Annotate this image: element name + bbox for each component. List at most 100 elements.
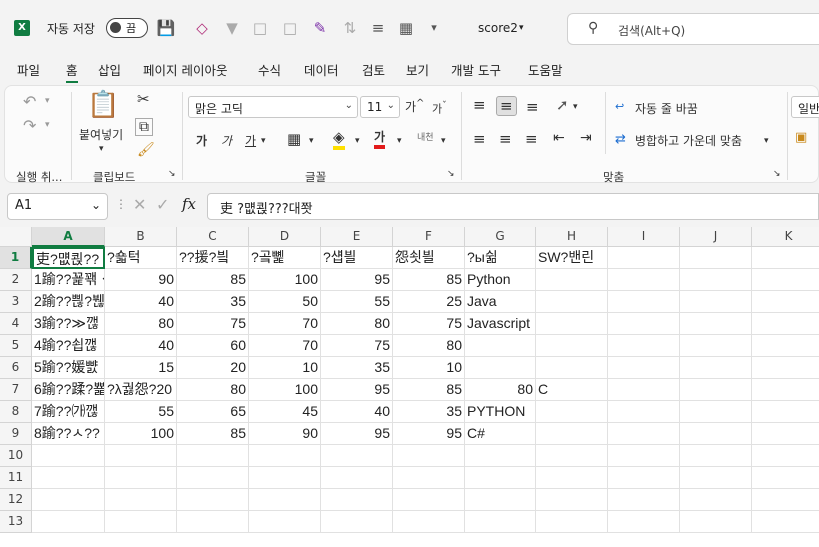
cell-a11[interactable] [32, 467, 105, 489]
undo-icon[interactable]: ↶ [23, 92, 36, 111]
orientation-icon[interactable]: ➚ [556, 96, 569, 114]
cell-h11[interactable] [536, 467, 608, 489]
sort-icon[interactable]: ⇅ [340, 18, 360, 38]
column-header-e[interactable]: E [321, 227, 393, 247]
cell-k11[interactable] [752, 467, 819, 489]
cell-d7[interactable]: 100 [249, 379, 321, 401]
cell-c7[interactable]: 80 [177, 379, 249, 401]
align-icon[interactable]: ≡ [368, 18, 388, 38]
paste-special-icon[interactable]: ✎ [310, 18, 330, 38]
cell-j2[interactable] [680, 269, 752, 291]
cell-a1[interactable]: 吏?먮쾭?? [32, 247, 105, 269]
filename-chevron-icon[interactable]: ▾ [519, 23, 524, 33]
cell-i11[interactable] [608, 467, 680, 489]
row-header-11[interactable]: 11 [0, 467, 32, 489]
cell-e2[interactable]: 95 [321, 269, 393, 291]
cell-d1[interactable]: ?곸뼱 [249, 247, 321, 269]
autosave-toggle[interactable]: 끔 [106, 18, 148, 38]
column-header-i[interactable]: I [608, 227, 680, 247]
clipboard-icon[interactable]: □ [250, 18, 270, 38]
cell-c13[interactable] [177, 511, 249, 533]
increase-font-icon[interactable]: 가^ [405, 98, 424, 115]
cell-j8[interactable] [680, 401, 752, 423]
cell-k4[interactable] [752, 313, 819, 335]
file-name[interactable]: score2 [478, 21, 518, 35]
paste-label[interactable]: 붙여넣기 [79, 126, 123, 143]
cell-j1[interactable] [680, 247, 752, 269]
cell-k5[interactable] [752, 335, 819, 357]
cell-k2[interactable] [752, 269, 819, 291]
menu-help[interactable]: 도움말 [528, 60, 563, 79]
cell-e4[interactable]: 80 [321, 313, 393, 335]
cancel-icon[interactable]: ✕ [133, 195, 146, 214]
cell-a12[interactable] [32, 489, 105, 511]
cell-f9[interactable]: 95 [393, 423, 465, 445]
column-header-b[interactable]: B [105, 227, 177, 247]
cell-i8[interactable] [608, 401, 680, 423]
align-center-icon[interactable]: ≡ [499, 130, 512, 148]
cell-a13[interactable] [32, 511, 105, 533]
search-box[interactable]: ⚲ 검색(Alt+Q) [567, 13, 819, 45]
cell-b4[interactable]: 80 [105, 313, 177, 335]
enter-icon[interactable]: ✓ [156, 195, 169, 214]
align-middle-icon[interactable]: ≡ [496, 96, 517, 116]
cell-k10[interactable] [752, 445, 819, 467]
menu-home[interactable]: 홈 [66, 60, 78, 84]
cell-f6[interactable]: 10 [393, 357, 465, 379]
cell-g10[interactable] [465, 445, 536, 467]
cell-i6[interactable] [608, 357, 680, 379]
font-launcher-icon[interactable]: ↘ [447, 169, 455, 179]
cell-k9[interactable] [752, 423, 819, 445]
cell-e10[interactable] [321, 445, 393, 467]
cell-h9[interactable] [536, 423, 608, 445]
cell-j11[interactable] [680, 467, 752, 489]
insert-function-icon[interactable]: fx [182, 195, 196, 213]
cell-f11[interactable] [393, 467, 465, 489]
name-box[interactable]: A1 ⌄ [7, 193, 108, 220]
cell-j9[interactable] [680, 423, 752, 445]
cell-d3[interactable]: 50 [249, 291, 321, 313]
redo-icon[interactable]: ↷ [23, 116, 36, 135]
cell-a10[interactable] [32, 445, 105, 467]
cell-f4[interactable]: 75 [393, 313, 465, 335]
cell-a7[interactable]: 6踰??蹂?뾽 [32, 379, 105, 401]
cell-j7[interactable] [680, 379, 752, 401]
row-header-8[interactable]: 8 [0, 401, 32, 423]
row-header-10[interactable]: 10 [0, 445, 32, 467]
cell-i13[interactable] [608, 511, 680, 533]
cell-e5[interactable]: 75 [321, 335, 393, 357]
wrap-text-button[interactable]: 자동 줄 바꿈 [635, 100, 698, 117]
cell-j6[interactable] [680, 357, 752, 379]
format-painter-icon[interactable]: 🖌 [137, 142, 155, 158]
cell-f10[interactable] [393, 445, 465, 467]
cell-j10[interactable] [680, 445, 752, 467]
cell-b5[interactable]: 40 [105, 335, 177, 357]
cell-b8[interactable]: 55 [105, 401, 177, 423]
currency-icon[interactable]: ▣ [795, 130, 807, 145]
cell-a8[interactable]: 7踰??㈎깮 [32, 401, 105, 423]
cell-i2[interactable] [608, 269, 680, 291]
merge-center-icon[interactable]: ⇄ [615, 132, 626, 147]
redo-dropdown-icon[interactable]: ▾ [45, 120, 50, 130]
column-header-a[interactable]: A [32, 227, 105, 247]
cell-d9[interactable]: 90 [249, 423, 321, 445]
wrap-text-icon[interactable]: ↩ [615, 100, 624, 113]
column-header-h[interactable]: H [536, 227, 608, 247]
cell-k7[interactable] [752, 379, 819, 401]
undo-dropdown-icon[interactable]: ▾ [45, 96, 50, 106]
cell-b9[interactable]: 100 [105, 423, 177, 445]
cell-j3[interactable] [680, 291, 752, 313]
cell-e13[interactable] [321, 511, 393, 533]
cell-h5[interactable] [536, 335, 608, 357]
cell-g13[interactable] [465, 511, 536, 533]
cell-i12[interactable] [608, 489, 680, 511]
cell-g8[interactable]: PYTHON [465, 401, 536, 423]
column-header-j[interactable]: J [680, 227, 752, 247]
decrease-indent-icon[interactable]: ⇤ [553, 130, 565, 146]
cell-c4[interactable]: 75 [177, 313, 249, 335]
filter-icon[interactable]: ▼ [222, 18, 242, 38]
cell-a6[interactable]: 5踰??媛뺤 [32, 357, 105, 379]
row-header-4[interactable]: 4 [0, 313, 32, 335]
cell-d12[interactable] [249, 489, 321, 511]
cut-icon[interactable]: ✂ [137, 90, 150, 108]
